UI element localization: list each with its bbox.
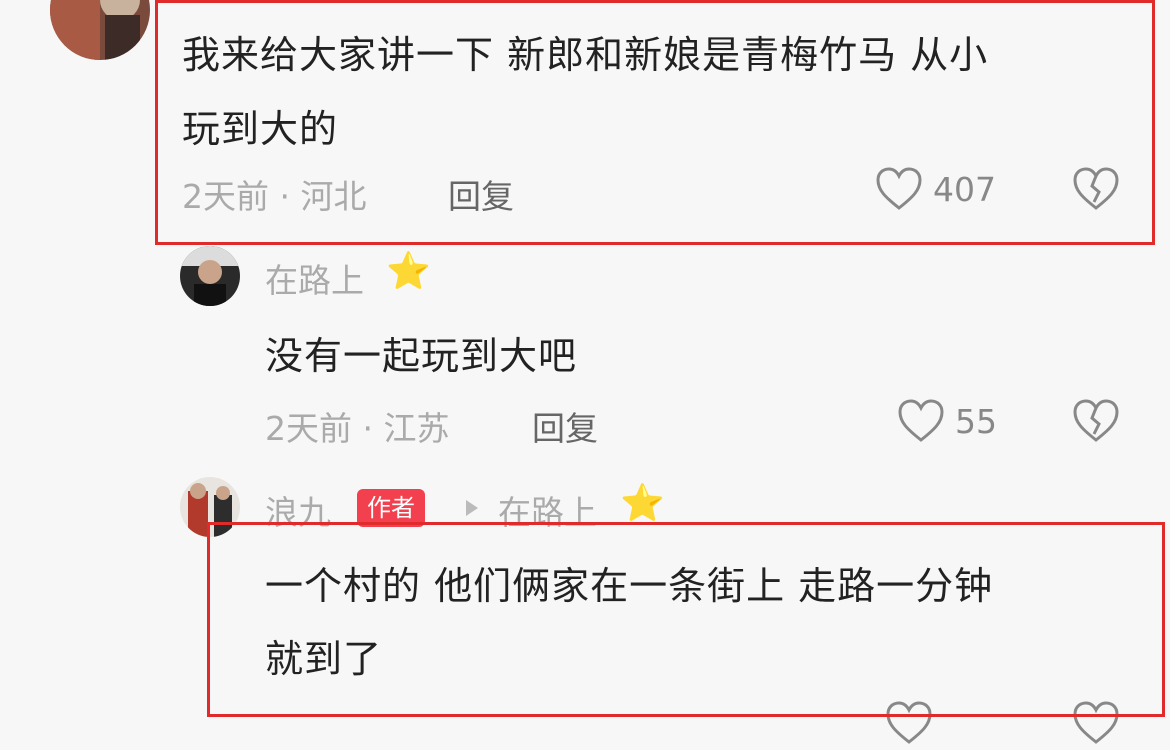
author-badge: 作者 bbox=[357, 489, 425, 527]
broken-heart-icon[interactable] bbox=[1072, 398, 1120, 448]
heart-icon[interactable] bbox=[897, 398, 945, 448]
avatar[interactable] bbox=[180, 477, 240, 537]
comment-text: 一个村的 他们俩家在一条街上 走路一分钟 bbox=[265, 564, 994, 608]
star-emoji: ⭐ bbox=[386, 251, 431, 292]
comment-meta: 2天前 · 江苏 bbox=[265, 409, 450, 448]
comment-text: 玩到大的 bbox=[182, 107, 339, 151]
broken-heart-icon[interactable] bbox=[1072, 166, 1120, 216]
comment-meta: 2天前 · 河北 bbox=[182, 177, 367, 216]
username[interactable]: 浪九 bbox=[265, 486, 331, 534]
triangle-arrow-icon bbox=[464, 498, 480, 522]
like-count: 407 bbox=[933, 170, 996, 209]
avatar[interactable] bbox=[180, 246, 240, 306]
heart-icon[interactable] bbox=[875, 166, 923, 216]
reply-button[interactable]: 回复 bbox=[532, 402, 598, 450]
comment-text: 没有一起玩到大吧 bbox=[265, 334, 578, 378]
reply-button[interactable]: 回复 bbox=[448, 170, 514, 218]
star-emoji: ⭐ bbox=[620, 483, 665, 524]
comment-text: 我来给大家讲一下 新郎和新娘是青梅竹马 从小 bbox=[182, 33, 989, 77]
comment-text: 就到了 bbox=[265, 637, 383, 681]
reply-to-username[interactable]: 在路上 bbox=[498, 486, 597, 534]
like-count: 55 bbox=[955, 402, 997, 441]
username[interactable]: 在路上 bbox=[265, 254, 364, 302]
avatar[interactable] bbox=[50, 0, 150, 60]
highlight-box bbox=[207, 522, 1165, 717]
broken-heart-icon[interactable] bbox=[1072, 700, 1120, 750]
heart-icon[interactable] bbox=[885, 700, 933, 750]
